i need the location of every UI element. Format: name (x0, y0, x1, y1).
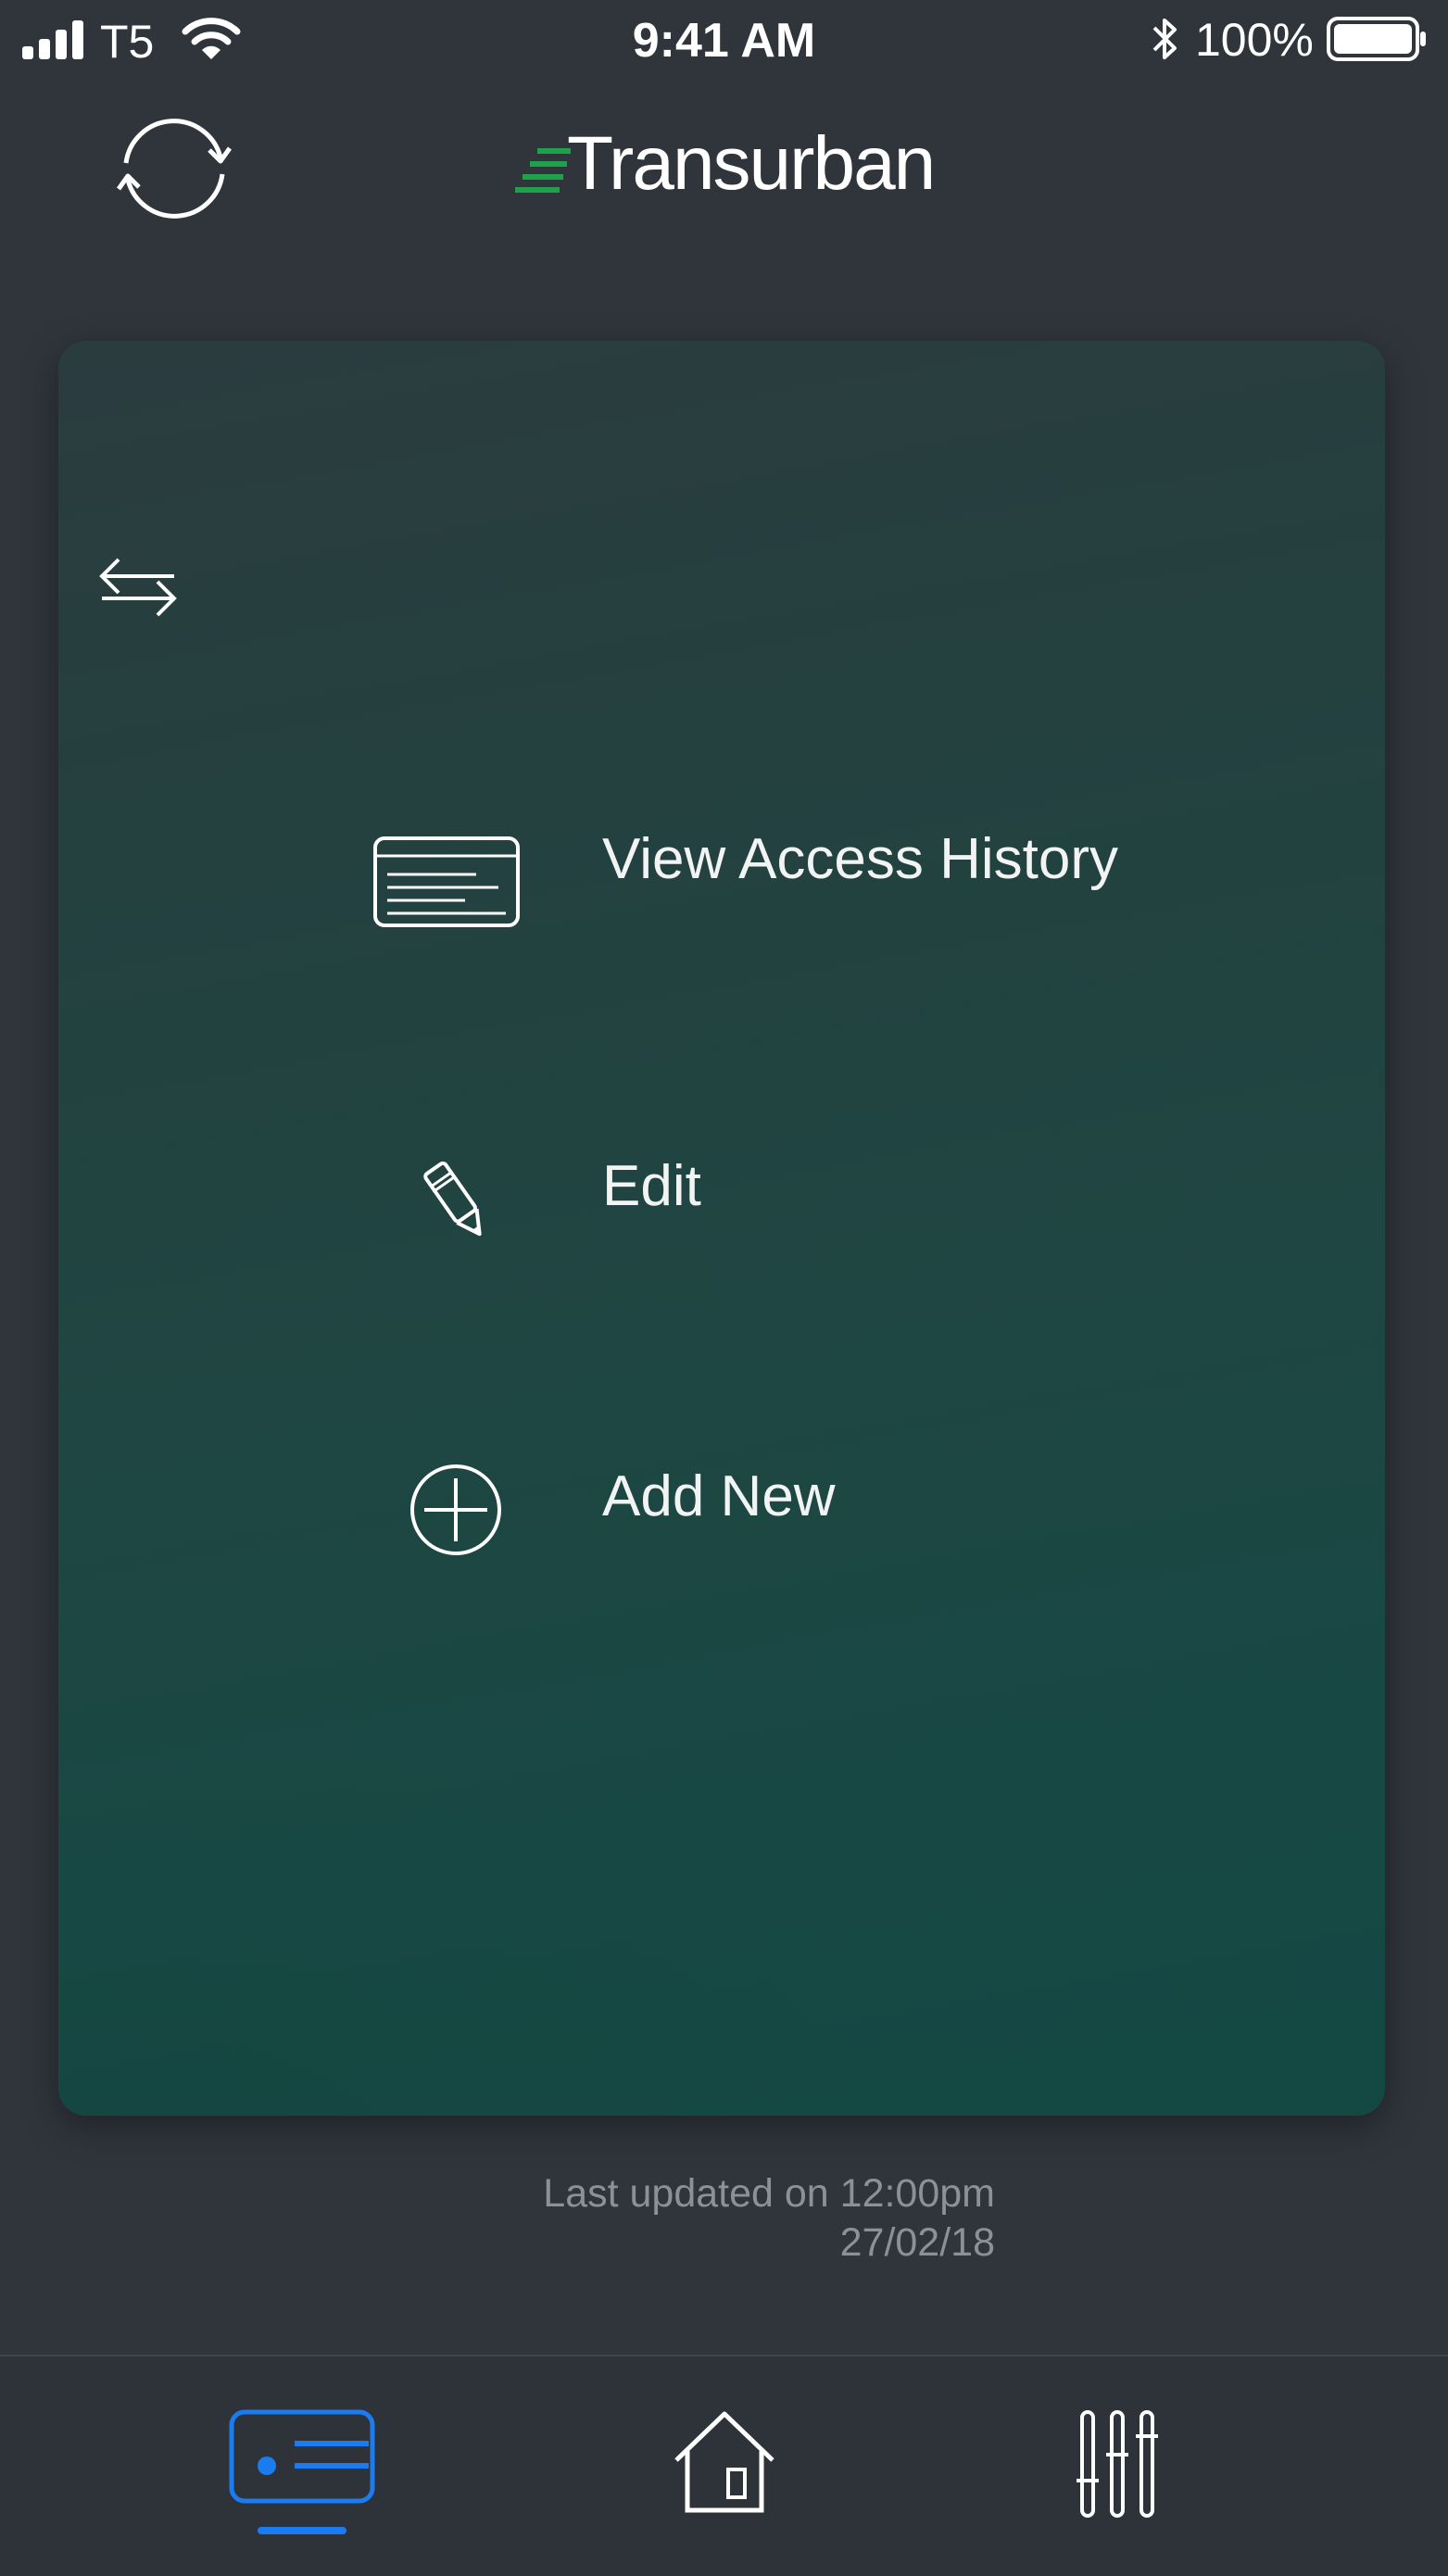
swap-arrows-icon[interactable] (98, 556, 178, 617)
battery-percent: 100% (1195, 14, 1314, 66)
card-icon (229, 2409, 375, 2534)
refresh-icon[interactable] (113, 115, 235, 222)
menu-label-view-access-history: View Access History (602, 827, 1119, 891)
access-history-icon (373, 836, 520, 927)
last-updated-text: Last updated on 12:00pm (543, 2171, 995, 2216)
brand-name: Transurban (567, 121, 936, 206)
settings-sliders-icon (1077, 2410, 1158, 2518)
menu-label-edit: Edit (602, 1154, 701, 1218)
battery-icon (1327, 17, 1426, 61)
menu-label-add-new: Add New (602, 1464, 836, 1528)
last-updated-date: 27/02/18 (839, 2220, 995, 2265)
logo-mark-icon (515, 148, 571, 193)
bluetooth-icon (1152, 19, 1177, 59)
home-icon (674, 2411, 774, 2513)
pencil-icon (423, 1161, 482, 1237)
account-card (58, 341, 1385, 2116)
plus-circle-icon (410, 1464, 501, 1555)
